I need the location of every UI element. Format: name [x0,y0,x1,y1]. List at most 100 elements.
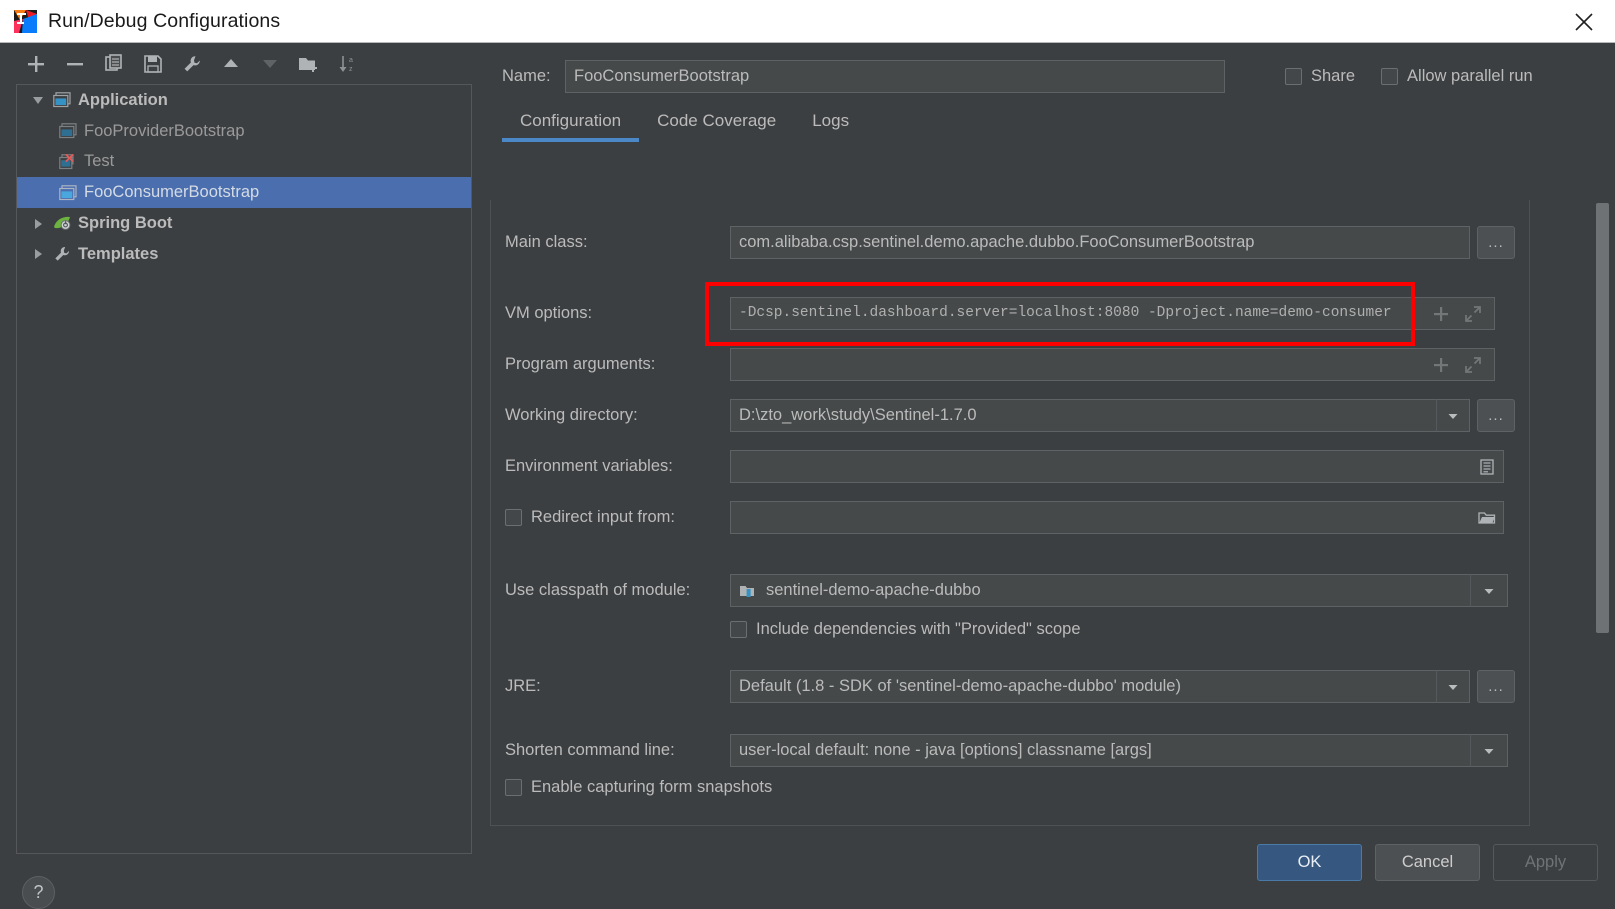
tab-bar: Configuration Code Coverage Logs [490,98,1615,142]
plus-icon[interactable] [1432,305,1450,323]
expand-diagonal-icon[interactable] [1464,356,1482,374]
module-icon [739,583,757,599]
tree-node-label: FooProviderBootstrap [84,121,245,140]
working-directory-label: Working directory: [505,406,638,424]
checkbox-box[interactable] [1381,68,1399,85]
tree-node-label: Spring Boot [78,214,173,233]
intellij-idea-logo [14,9,37,33]
main-class-browse-button[interactable]: ... [1477,226,1515,259]
checkbox-box[interactable] [505,509,522,526]
share-options: Share Allow parallel run [1285,67,1533,86]
configuration-form: Main class: com.alibaba.csp.sentinel.dem… [490,200,1530,826]
arrow-up-icon[interactable] [219,52,243,76]
wrench-icon [51,245,73,263]
use-classpath-combo[interactable]: sentinel-demo-apache-dubbo [730,574,1470,607]
allow-parallel-run-label: Allow parallel run [1407,67,1533,85]
program-arguments-input[interactable] [730,348,1420,381]
enable-capturing-row: Enable capturing form snapshots [505,778,772,797]
spring-boot-icon [51,215,73,232]
checkbox-box[interactable] [505,779,522,796]
save-icon[interactable] [141,52,165,76]
arrow-down-icon[interactable] [258,52,282,76]
tree-node-spring-boot[interactable]: Spring Boot [17,208,471,239]
expand-diagonal-icon[interactable] [1464,305,1482,323]
environment-variables-input[interactable] [730,450,1470,483]
share-label: Share [1311,67,1356,85]
chevron-down-icon[interactable] [1436,670,1470,703]
name-label: Name: [502,67,551,85]
help-icon[interactable]: ? [22,876,55,909]
dialog-body: a z Application FooProviderBootstrap Tes… [0,43,1615,909]
tree-node-test[interactable]: Test [17,147,471,178]
main-class-input[interactable]: com.alibaba.csp.sentinel.demo.apache.dub… [730,226,1470,259]
close-icon[interactable] [1553,0,1615,43]
svg-text:z: z [349,66,353,73]
program-arguments-actions [1420,348,1495,381]
help-label: ? [33,882,44,902]
include-provided-checkbox[interactable]: Include dependencies with "Provided" sco… [730,620,1081,639]
configurations-toolbar: a z [0,43,490,85]
sort-alphabetical-icon[interactable]: a z [336,52,360,76]
enable-capturing-label: Enable capturing form snapshots [531,778,773,796]
redirect-input-checkbox[interactable]: Redirect input from: [505,508,730,527]
working-directory-browse-button[interactable]: ... [1477,399,1515,432]
vm-options-row: VM options: -Dcsp.sentinel.dashboard.ser… [505,297,1495,330]
chevron-down-icon[interactable] [1470,574,1508,607]
ok-button[interactable]: OK [1257,844,1362,881]
tab-code-coverage[interactable]: Code Coverage [639,111,794,142]
allow-parallel-run-checkbox[interactable]: Allow parallel run [1381,67,1533,86]
vertical-scrollbar-thumb[interactable] [1596,203,1609,633]
chevron-right-icon[interactable] [25,217,51,231]
plus-icon[interactable] [1432,356,1450,374]
name-input[interactable]: FooConsumerBootstrap [565,60,1225,93]
redirect-input-row: Redirect input from: [505,501,1504,534]
enable-capturing-checkbox[interactable]: Enable capturing form snapshots [505,778,772,797]
tab-logs[interactable]: Logs [794,111,867,142]
main-class-label: Main class: [505,233,588,251]
chevron-down-icon[interactable] [1436,399,1470,432]
chevron-right-icon[interactable] [25,247,51,261]
name-row: Name: FooConsumerBootstrap Share Allow p… [490,43,1615,98]
folder-icon[interactable] [1470,501,1504,534]
tree-node-label: Test [84,152,115,171]
configurations-panel: a z Application FooProviderBootstrap Tes… [0,43,490,909]
checkbox-box[interactable] [1285,68,1302,85]
chevron-down-icon[interactable] [1470,734,1508,767]
redirect-input-field[interactable] [730,501,1470,534]
program-arguments-label: Program arguments: [505,355,656,373]
environment-variables-row: Environment variables: [505,450,1504,483]
shorten-command-line-row: Shorten command line: user-local default… [505,734,1508,767]
tree-node-fooconsumerbootstrap[interactable]: FooConsumerBootstrap [17,177,471,209]
jre-combo[interactable]: Default (1.8 - SDK of 'sentinel-demo-apa… [730,670,1436,703]
application-icon [57,123,79,139]
use-classpath-row: Use classpath of module: sentinel-demo-a… [505,574,1508,607]
tree-node-templates[interactable]: Templates [17,239,471,270]
tree-node-fooproviderbootstrap[interactable]: FooProviderBootstrap [17,116,471,147]
copy-icon[interactable] [102,52,126,76]
checkbox-box[interactable] [730,621,747,638]
working-directory-input[interactable]: D:\zto_work\study\Sentinel-1.7.0 [730,399,1436,432]
jre-browse-button[interactable]: ... [1477,670,1515,703]
cancel-button[interactable]: Cancel [1375,844,1480,881]
wrench-icon[interactable] [180,52,204,76]
vm-options-label: VM options: [505,304,593,322]
list-icon[interactable] [1470,450,1504,483]
configurations-tree[interactable]: Application FooProviderBootstrap Test Fo… [16,84,472,854]
program-arguments-row: Program arguments: [505,348,1495,381]
configuration-editor-panel: Name: FooConsumerBootstrap Share Allow p… [490,43,1615,909]
chevron-down-icon[interactable] [25,93,51,107]
share-checkbox[interactable]: Share [1285,67,1355,86]
vm-options-input[interactable]: -Dcsp.sentinel.dashboard.server=localhos… [730,297,1420,330]
environment-variables-label: Environment variables: [505,457,673,475]
new-folder-icon[interactable] [297,52,321,76]
svg-text:a: a [349,57,353,64]
tab-configuration[interactable]: Configuration [502,111,640,142]
minus-icon[interactable] [63,52,87,76]
tree-node-application[interactable]: Application [17,85,471,116]
shorten-command-line-combo[interactable]: user-local default: none - java [options… [730,734,1470,767]
plus-icon[interactable] [24,52,48,76]
working-directory-row: Working directory: D:\zto_work\study\Sen… [505,399,1515,432]
application-icon [51,92,73,108]
jre-label: JRE: [505,677,541,695]
tree-node-label: FooConsumerBootstrap [84,183,260,202]
